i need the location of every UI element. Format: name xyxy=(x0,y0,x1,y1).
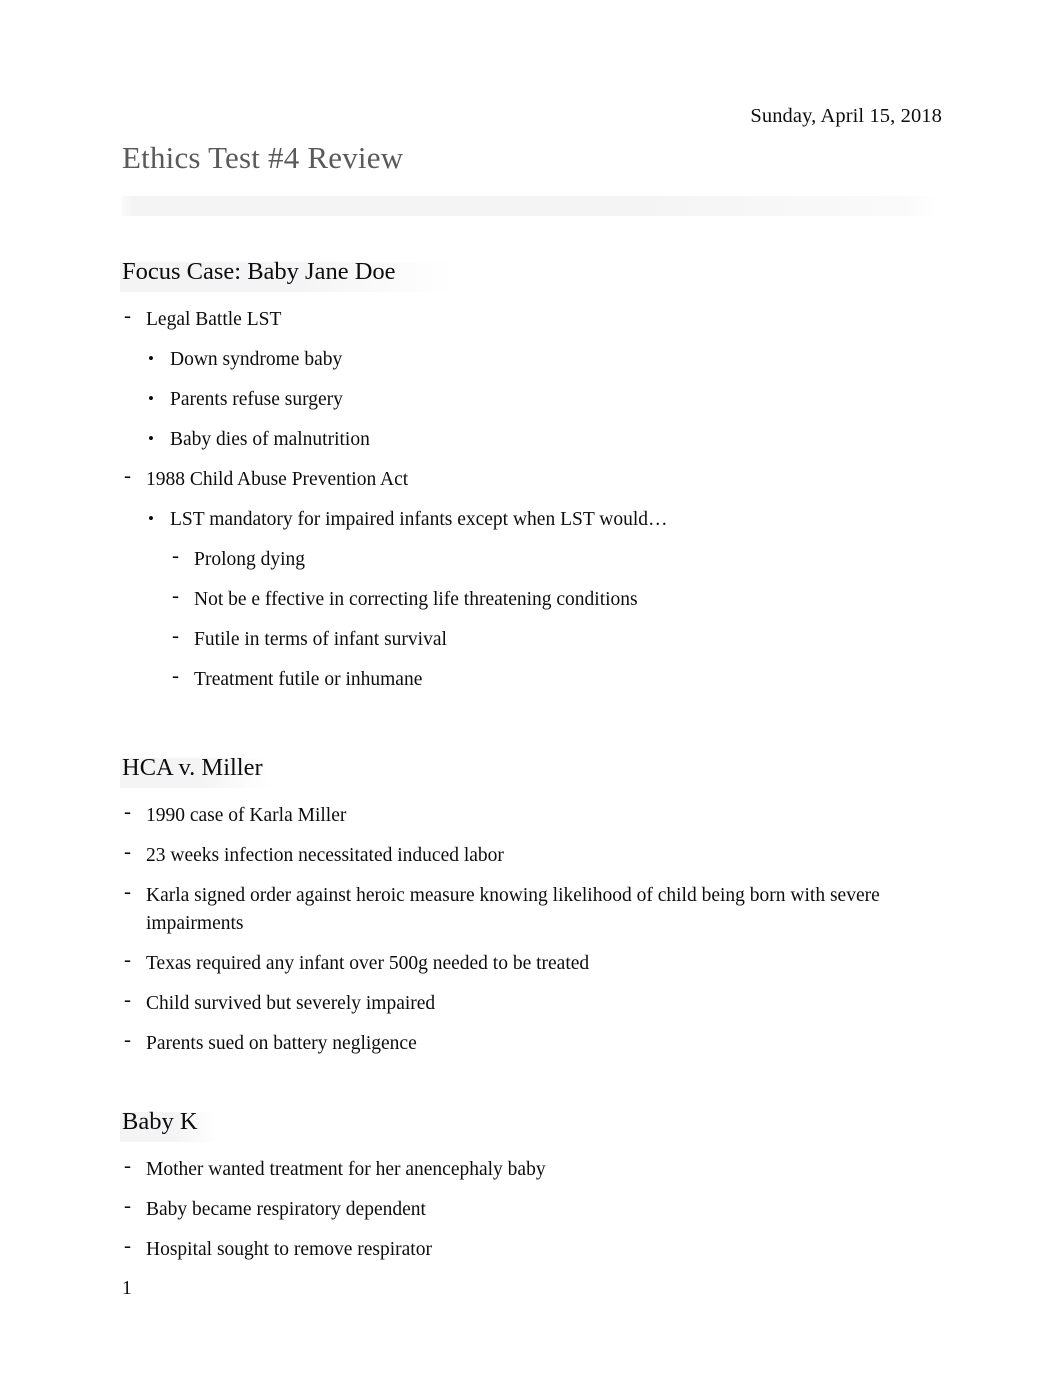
list-item: -1990 case of Karla Miller xyxy=(124,799,942,830)
title-highlight-band xyxy=(122,196,940,216)
dash-bullet-icon: - xyxy=(172,623,179,647)
list-item: - Hospital sought to remove respirator xyxy=(124,1233,942,1264)
section-heading: Focus Case: Baby Jane Doe xyxy=(122,258,396,285)
list-item: • LST mandatory for impaired infants exce… xyxy=(148,506,942,534)
dash-bullet-icon: - xyxy=(124,987,131,1011)
list-item: - Parents sued on battery negligence xyxy=(124,1027,942,1058)
page-title: Ethics Test #4 Review xyxy=(122,140,404,175)
dash-bullet-icon: - xyxy=(124,839,131,863)
list-item: -1988 Child Abuse Prevention Act xyxy=(124,463,942,494)
bullet-list: - Mother wanted treatment for her anencep… xyxy=(122,1153,942,1264)
list-item-text: Down syndrome baby xyxy=(170,349,343,370)
dash-bullet-icon: - xyxy=(124,1193,131,1217)
list-item-text: 1990 case of Karla Miller xyxy=(146,805,347,826)
list-item-text: Prolong dying xyxy=(194,549,306,570)
section-heading-wrapper: Baby K xyxy=(120,1106,942,1142)
section-heading-wrapper: Focus Case: Baby Jane Doe xyxy=(120,256,942,292)
list-item-text: Futile in terms of infant survival xyxy=(194,629,447,650)
list-item: - Karla signed order against heroic measu… xyxy=(124,879,942,938)
bullet-list: -1990 case of Karla Miller -23 weeks infe… xyxy=(122,799,942,1058)
list-item-text: Baby dies of malnutrition xyxy=(170,429,370,450)
document-content: Sunday, April 15, 2018 Ethics Test #4 Re… xyxy=(120,0,942,1312)
list-item: • Baby dies of malnutrition xyxy=(148,426,942,454)
document-section: Baby K - Mother wanted treatment for her a… xyxy=(120,1106,942,1312)
section-heading: Baby K xyxy=(122,1108,198,1135)
dash-bullet-icon: - xyxy=(172,583,179,607)
list-item: - Baby became respiratory dependent xyxy=(124,1193,942,1224)
dot-bullet-icon: • xyxy=(148,509,154,528)
list-item: - Mother wanted treatment for her anencep… xyxy=(124,1153,942,1184)
bullet-list: - Legal Battle LST • Down syndrome baby • Par… xyxy=(122,303,942,694)
dash-bullet-icon: - xyxy=(124,463,131,487)
list-item: • Down syndrome baby xyxy=(148,346,942,374)
list-item-text: Not be e ffective in correcting life thr… xyxy=(194,589,638,610)
dash-bullet-icon: - xyxy=(124,303,131,327)
list-item: - Futile in terms of infant survival xyxy=(172,623,942,654)
document-section: Focus Case: Baby Jane Doe - Legal Battle L… xyxy=(120,256,942,752)
dot-bullet-icon: • xyxy=(148,349,154,368)
list-item-text: Legal Battle LST xyxy=(146,309,282,330)
list-item: - Not be e ffective in correcting life th… xyxy=(172,583,942,614)
document-section: HCA v. Miller -1990 case of Karla Miller -… xyxy=(120,752,942,1106)
dash-bullet-icon: - xyxy=(172,543,179,567)
list-item-text: Texas required any infant over 500g need… xyxy=(146,953,590,974)
dot-bullet-icon: • xyxy=(148,389,154,408)
list-item: - Texas required any infant over 500g nee… xyxy=(124,947,942,978)
dash-bullet-icon: - xyxy=(172,663,179,687)
list-item: - Prolong dying xyxy=(172,543,942,574)
dash-bullet-icon: - xyxy=(124,799,131,823)
list-item-text: Treatment futile or inhumane xyxy=(194,669,423,690)
document-page: Sunday, April 15, 2018 Ethics Test #4 Re… xyxy=(0,0,1062,1377)
section-heading-wrapper: HCA v. Miller xyxy=(120,752,942,788)
dash-bullet-icon: - xyxy=(124,947,131,971)
dash-bullet-icon: - xyxy=(124,879,131,903)
list-item: - Child survived but severely impaired xyxy=(124,987,942,1018)
list-item: • Parents refuse surgery xyxy=(148,386,942,414)
list-item: -23 weeks infection necessitated induced… xyxy=(124,839,942,870)
page-number: 1 xyxy=(122,1278,132,1299)
dot-bullet-icon: • xyxy=(148,429,154,448)
list-item-text: 23 weeks infection necessitated induced … xyxy=(146,845,504,866)
list-item: - Legal Battle LST xyxy=(124,303,942,334)
list-item-text: Karla signed order against heroic measur… xyxy=(146,885,880,934)
dash-bullet-icon: - xyxy=(124,1027,131,1051)
document-date: Sunday, April 15, 2018 xyxy=(750,105,942,127)
dash-bullet-icon: - xyxy=(124,1153,131,1177)
section-heading: HCA v. Miller xyxy=(122,754,263,781)
list-item-text: Child survived but severely impaired xyxy=(146,993,436,1014)
list-item-text: Hospital sought to remove respirator xyxy=(146,1239,432,1260)
list-item-text: LST mandatory for impaired infants excep… xyxy=(170,509,668,530)
list-item-text: Parents refuse surgery xyxy=(170,389,343,410)
dash-bullet-icon: - xyxy=(124,1233,131,1257)
list-item-text: 1988 Child Abuse Prevention Act xyxy=(146,469,409,490)
heading-gap xyxy=(122,1138,942,1156)
list-item-text: Parents sued on battery negligence xyxy=(146,1033,417,1054)
list-item-text: Mother wanted treatment for her anenceph… xyxy=(146,1159,546,1180)
list-item: - Treatment futile or inhumane xyxy=(172,663,942,694)
list-item-text: Baby became respiratory dependent xyxy=(146,1199,426,1220)
